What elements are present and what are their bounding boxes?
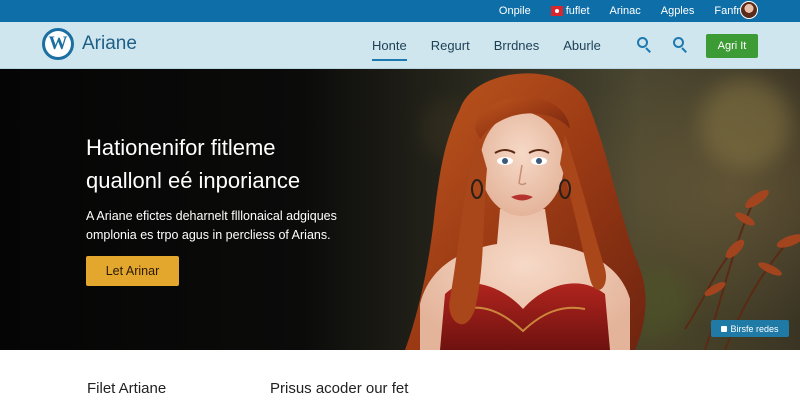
content-section: Filet Artiane Prisus acoder our fet	[0, 350, 800, 400]
search-icon-secondary[interactable]	[671, 36, 689, 54]
hero-portrait-image	[405, 73, 800, 350]
nav-item-3[interactable]: Brrdnes	[482, 22, 552, 69]
main-nav: Honte Regurt Brrdnes Aburle	[360, 22, 613, 69]
user-avatar[interactable]	[740, 1, 758, 19]
search-icon[interactable]	[635, 36, 653, 54]
badge-icon	[721, 325, 728, 332]
utility-link-2[interactable]: fuflet	[541, 5, 600, 17]
hero-title: Hationenifor fitleme quallonl eé inporia…	[86, 131, 406, 197]
site-logo[interactable]: W Ariane	[42, 28, 137, 60]
hero-badge[interactable]: Birsfe redes	[711, 320, 789, 337]
nav-item-4[interactable]: Aburle	[551, 22, 613, 69]
hero-badge-label: Birsfe redes	[730, 323, 779, 334]
nav-item-2[interactable]: Regurt	[419, 22, 482, 69]
brand-name: Ariane	[82, 33, 137, 54]
nav-item-home[interactable]: Honte	[360, 22, 419, 69]
site-header: W Ariane Honte Regurt Brrdnes Aburle Agr…	[0, 22, 800, 69]
utility-link-4[interactable]: Agples	[651, 5, 705, 17]
utility-link-3[interactable]: Arinac	[600, 5, 651, 17]
hero-subtitle-line-1: A Ariane efictes deharnelt flllonaical a…	[86, 209, 337, 223]
hero-cta-button[interactable]: Let Arinar	[86, 256, 179, 286]
section-column-1-title: Filet Artiane	[87, 380, 167, 397]
hero-banner: Hationenifor fitleme quallonl eé inporia…	[0, 69, 800, 350]
header-cta-button[interactable]: Agri It	[706, 34, 758, 58]
utility-bar: Onpile fuflet Arinac Agples Fanfris	[0, 0, 800, 22]
flag-icon	[550, 6, 563, 16]
hero-subtitle: A Ariane efictes deharnelt flllonaical a…	[86, 207, 386, 245]
section-column-2-title: Prisus acoder our fet	[270, 380, 409, 397]
hero-subtitle-line-2: omplonia es trpo agus in percliess of Ar…	[86, 228, 331, 242]
hero-title-line-2: quallonl eé inporiance	[86, 168, 301, 193]
wordpress-logo-icon: W	[42, 28, 74, 60]
hero-title-line-1: Hationenifor fitleme	[86, 135, 276, 160]
utility-link-1[interactable]: Onpile	[489, 5, 541, 17]
utility-link-2-label: fuflet	[565, 5, 590, 17]
wordpress-logo-letter: W	[45, 31, 71, 57]
